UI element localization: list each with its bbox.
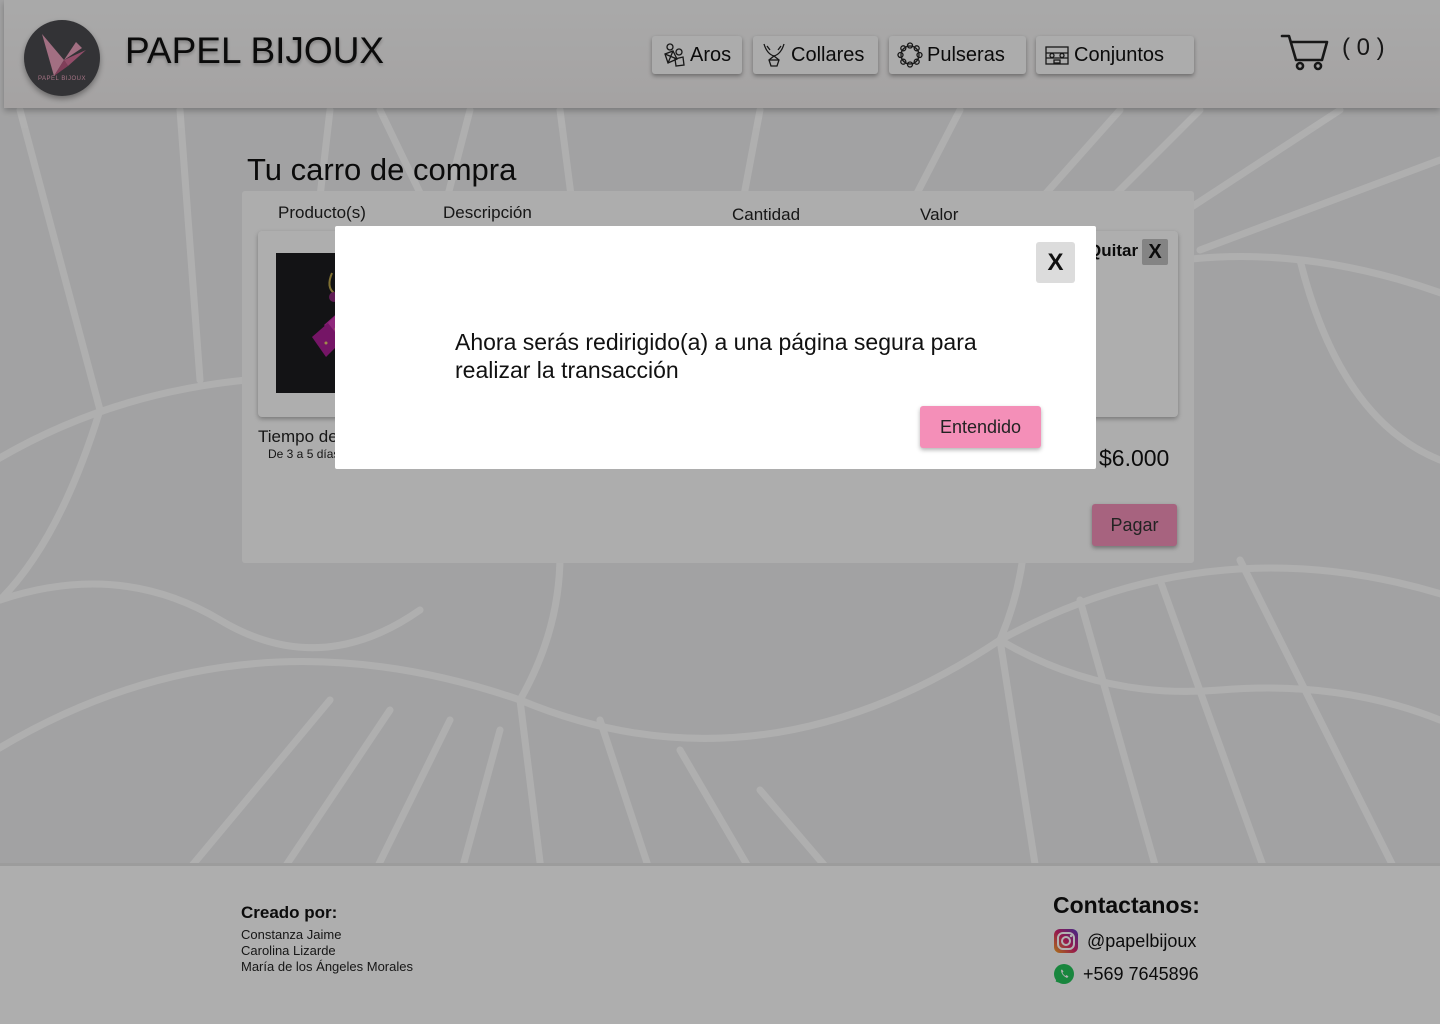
- modal-close-button[interactable]: X: [1036, 242, 1075, 283]
- understood-button[interactable]: Entendido: [920, 406, 1041, 448]
- redirect-modal: X Ahora serás redirigido(a) a una página…: [335, 226, 1096, 469]
- modal-overlay[interactable]: [0, 0, 1440, 1024]
- modal-message: Ahora serás redirigido(a) a una página s…: [455, 329, 977, 383]
